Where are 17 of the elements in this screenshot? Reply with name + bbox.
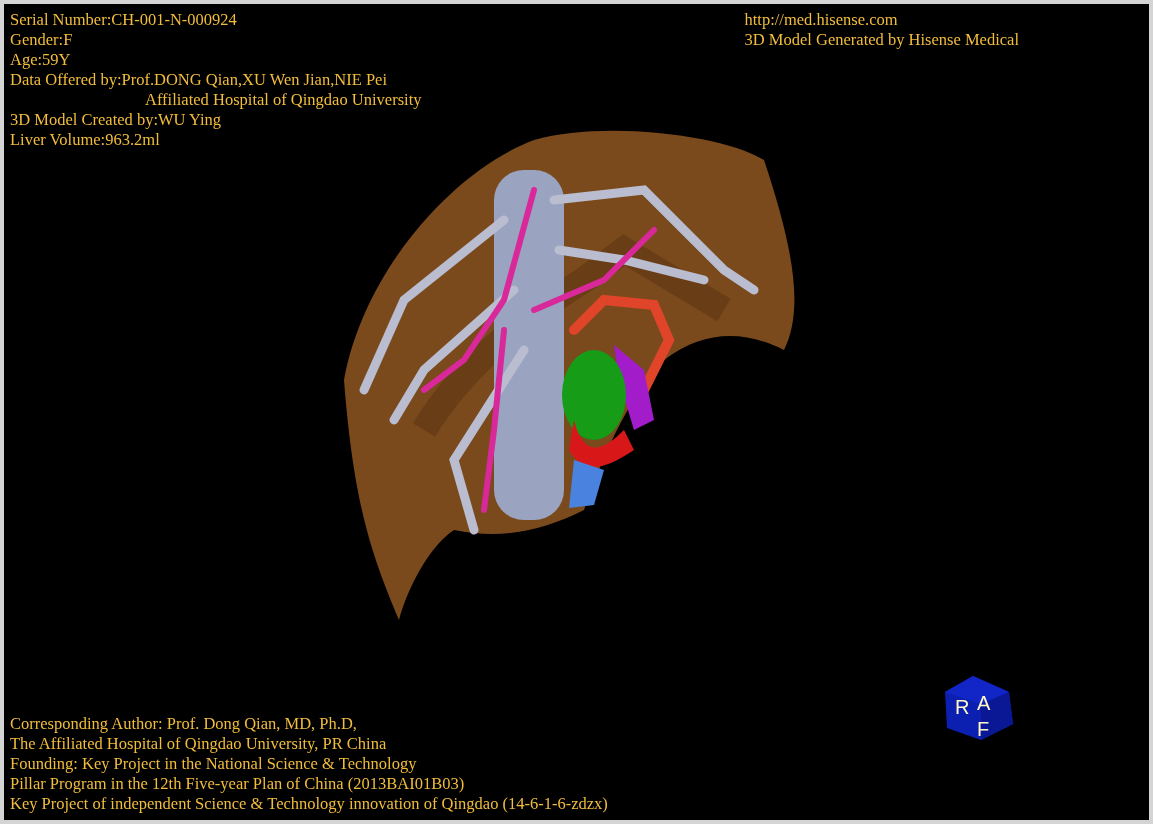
info-text: http://med.hisense.com [744,10,898,30]
info-text: Data Offered by:Prof.DONG Qian,XU Wen Jian,NIE Pei [10,70,388,90]
credit-text: Corresponding Author: Prof. Dong Qian, MD, Ph.D, [10,714,357,734]
info-text: 3D Model Generated by Hisense Medical [744,30,1019,50]
info-text: Liver Volume:963.2ml [10,130,160,150]
axis-label: F [977,718,990,740]
credit-text: Pillar Program in the 12th Five-year Plan of China (2013BAI01B03) [10,774,465,794]
info-text: Gender:F [10,30,73,50]
credit-text: Key Project of independent Science & Technology innovation of Qingdao (14-6-1-6-zdzx) [10,794,608,814]
credit-text: The Affiliated Hospital of Qingdao University, PR China [10,734,387,754]
info-text: Serial Number:CH-001-N-000924 [10,10,237,30]
axis-label: R [955,696,970,718]
info-text: 3D Model Created by:WU Ying [10,110,222,130]
info-text: Age:59Y [10,50,71,70]
credit-text: Founding: Key Project in the National Science & Technology [10,754,417,774]
info-text: Affiliated Hospital of Qingdao University [144,90,422,110]
axis-label: A [977,692,991,714]
